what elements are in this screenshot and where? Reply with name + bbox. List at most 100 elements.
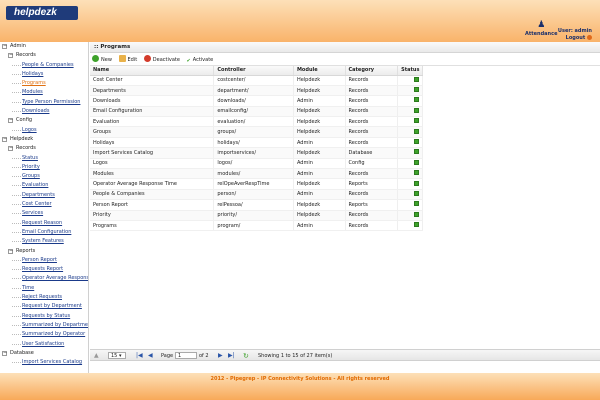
tree-item[interactable]: People & Companies: [0, 61, 88, 70]
table-row[interactable]: Evaluation evaluation/Helpdezk Records: [90, 116, 423, 128]
tree-item[interactable]: Status: [0, 154, 88, 163]
cell-name: Departments: [90, 85, 215, 97]
deactivate-button[interactable]: Deactivate: [143, 55, 180, 64]
tree-item-label: Reports: [16, 247, 36, 254]
rows-per-page-select[interactable]: 15 ▾: [108, 352, 126, 359]
table-row[interactable]: Groups groups/Helpdezk Records: [90, 126, 423, 138]
cell-name: Logos: [90, 158, 215, 170]
tree-item[interactable]: Email Configuration: [0, 228, 88, 237]
table-row[interactable]: Logos logos/Admin Config: [90, 158, 423, 170]
tree-group[interactable]: − Helpdezk: [0, 135, 88, 144]
table-row[interactable]: People & Companies person/Admin Records: [90, 189, 423, 201]
tree-item[interactable]: Logos: [0, 126, 88, 135]
tree-item[interactable]: Requests Report: [0, 265, 88, 274]
tree-connector: [12, 83, 21, 85]
tree-item[interactable]: Summarized by Department: [0, 321, 88, 330]
table-row[interactable]: Import Services Catalog importservices/He…: [90, 147, 423, 159]
table-row[interactable]: Programs program/Admin Records: [90, 220, 423, 232]
tree-item-label: Reject Requests: [22, 294, 63, 301]
next-page-icon[interactable]: ▶: [218, 350, 223, 362]
tree-item[interactable]: Requests by Status: [0, 312, 88, 321]
collapse-toggle-icon[interactable]: −: [8, 248, 13, 254]
tree-item[interactable]: Request Reason: [0, 219, 88, 228]
cell-category: Records: [345, 210, 399, 221]
collapse-toggle-icon[interactable]: −: [2, 44, 7, 49]
tree-item[interactable]: Operator Average Response: [0, 274, 88, 283]
column-header-status[interactable]: Status: [397, 66, 423, 76]
first-page-icon[interactable]: |◀: [136, 350, 143, 362]
cell-status: [397, 158, 423, 170]
page-number-input[interactable]: 1: [175, 352, 197, 359]
tree-item[interactable]: Person Report: [0, 256, 88, 265]
tree-item[interactable]: Import Services Catalog: [0, 358, 88, 367]
cell-module: Admin: [293, 189, 346, 201]
table-row[interactable]: Modules modules/Admin Records: [90, 168, 423, 180]
activate-button[interactable]: ✔ Activate: [187, 56, 214, 65]
tree-item-label: Cost Center: [22, 201, 52, 208]
collapse-toggle-icon[interactable]: −: [8, 146, 13, 152]
prev-page-icon[interactable]: ◀: [148, 350, 153, 362]
column-header-name[interactable]: Name: [90, 66, 215, 76]
tree-item[interactable]: Groups: [0, 172, 88, 181]
new-button[interactable]: New: [92, 55, 112, 64]
tree-item[interactable]: Departments: [0, 191, 88, 200]
tree-group[interactable]: − Records: [0, 51, 88, 60]
tree-group[interactable]: − Admin: [0, 42, 88, 51]
attendance-link[interactable]: ♟ Attendance: [525, 20, 557, 37]
refresh-icon[interactable]: ↻: [243, 350, 249, 362]
tree-item[interactable]: System Features: [0, 237, 88, 246]
cell-controller: groups/: [213, 126, 294, 138]
table-row[interactable]: Cost Center costcenter/Helpdezk Records: [90, 75, 423, 86]
collapse-toggle-icon[interactable]: −: [2, 350, 7, 356]
cell-controller: evaluation/: [213, 116, 294, 128]
tree-item[interactable]: Cost Center: [0, 200, 88, 209]
table-row[interactable]: Downloads downloads/Admin Records: [90, 95, 423, 107]
tree-item[interactable]: Modules: [0, 88, 88, 97]
tree-item[interactable]: Type Person Permission: [0, 98, 88, 107]
column-header-controller[interactable]: Controller: [213, 66, 294, 76]
cell-module: Helpdezk: [293, 116, 346, 128]
table-row[interactable]: Holidays holidays/Admin Records: [90, 137, 423, 149]
collapse-toggle-icon[interactable]: −: [2, 136, 7, 142]
last-page-icon[interactable]: ▶|: [228, 350, 235, 362]
cell-controller: modules/: [213, 168, 294, 180]
tree-item-label: People & Companies: [22, 61, 74, 68]
logout-link[interactable]: Logout: [558, 35, 592, 42]
cell-category: Records: [345, 168, 399, 180]
tree-connector: [12, 315, 21, 317]
tree-item[interactable]: User Satisfaction: [0, 340, 88, 349]
user-info: User: admin Logout: [558, 28, 592, 42]
tree-item[interactable]: Programs: [0, 79, 88, 88]
tree-item[interactable]: Summarized by Operator: [0, 330, 88, 339]
tree-item[interactable]: Request by Department: [0, 302, 88, 311]
column-header-module[interactable]: Module: [293, 66, 346, 76]
cell-status: [397, 210, 423, 221]
tree-group[interactable]: − Config: [0, 116, 88, 125]
cell-category: Reports: [345, 178, 399, 190]
table-row[interactable]: Priority priority/Helpdezk Records: [90, 210, 423, 221]
tree-item-label: Groups: [22, 173, 40, 180]
table-row[interactable]: Operator Average Response Time relOpeAver…: [90, 178, 423, 190]
collapse-toggle-icon[interactable]: −: [8, 118, 13, 124]
pager-options-icon[interactable]: ▲: [94, 350, 99, 362]
table-row[interactable]: Person Report relPessoa/Helpdezk Reports: [90, 199, 423, 211]
table-row[interactable]: Departments department/Helpdezk Records: [90, 85, 423, 97]
column-header-category[interactable]: Category: [345, 66, 399, 76]
helpdezk-logo[interactable]: helpdezk: [6, 6, 78, 20]
cell-status: [397, 147, 423, 159]
tree-item[interactable]: Holidays: [0, 70, 88, 79]
edit-button[interactable]: Edit: [118, 55, 137, 64]
tree-group[interactable]: − Database: [0, 349, 88, 358]
tree-item[interactable]: Services: [0, 209, 88, 218]
tree-item[interactable]: Evaluation: [0, 181, 88, 190]
tree-group[interactable]: − Reports: [0, 247, 88, 256]
tree-item-label: Evaluation: [22, 182, 49, 189]
tree-group[interactable]: − Records: [0, 144, 88, 153]
status-active-icon: [414, 180, 420, 186]
table-row[interactable]: Email Configuration emailconfig/Helpdezk R…: [90, 106, 423, 118]
tree-item[interactable]: Reject Requests: [0, 293, 88, 302]
tree-item[interactable]: Time: [0, 284, 88, 293]
tree-item[interactable]: Downloads: [0, 107, 88, 116]
collapse-toggle-icon[interactable]: −: [8, 53, 13, 59]
tree-item[interactable]: Priority: [0, 163, 88, 172]
